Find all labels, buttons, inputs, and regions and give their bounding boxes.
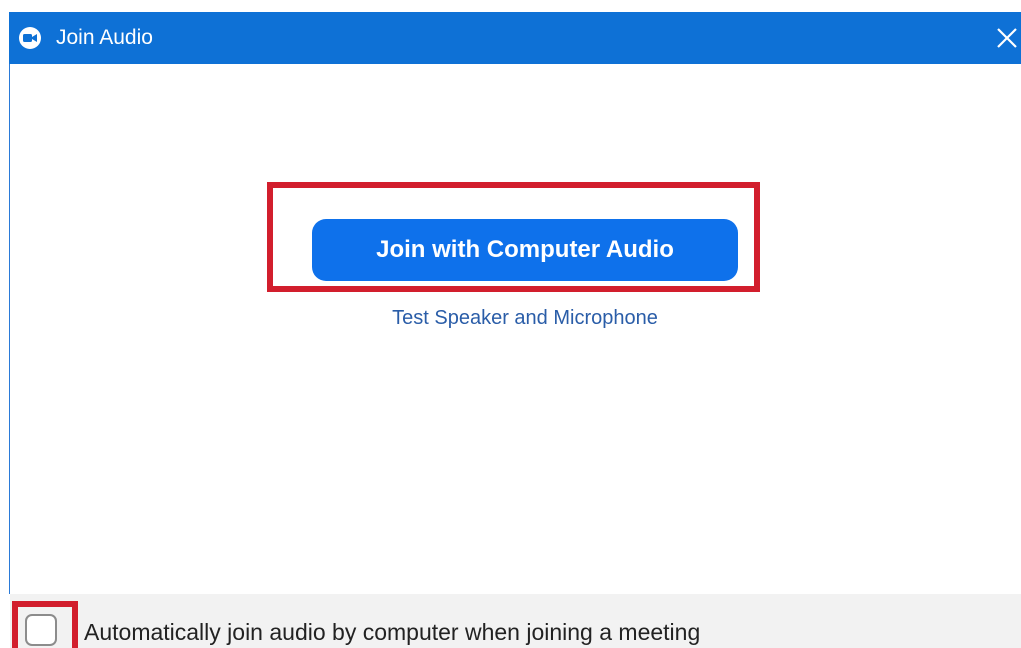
auto-join-audio-checkbox[interactable]: [25, 614, 57, 646]
zoom-camera-icon: [19, 27, 41, 49]
join-audio-dialog: Join Audio Join with Computer Audio Test…: [0, 0, 1021, 648]
close-icon[interactable]: [993, 24, 1021, 52]
title-bar[interactable]: Join Audio: [9, 12, 1021, 64]
join-with-computer-audio-button[interactable]: Join with Computer Audio: [312, 219, 738, 281]
auto-join-audio-label[interactable]: Automatically join audio by computer whe…: [84, 618, 700, 646]
window-left-edge: [0, 0, 9, 648]
test-speaker-microphone-link[interactable]: Test Speaker and Microphone: [312, 306, 738, 330]
content-border: [9, 64, 10, 594]
window-title: Join Audio: [56, 26, 153, 49]
